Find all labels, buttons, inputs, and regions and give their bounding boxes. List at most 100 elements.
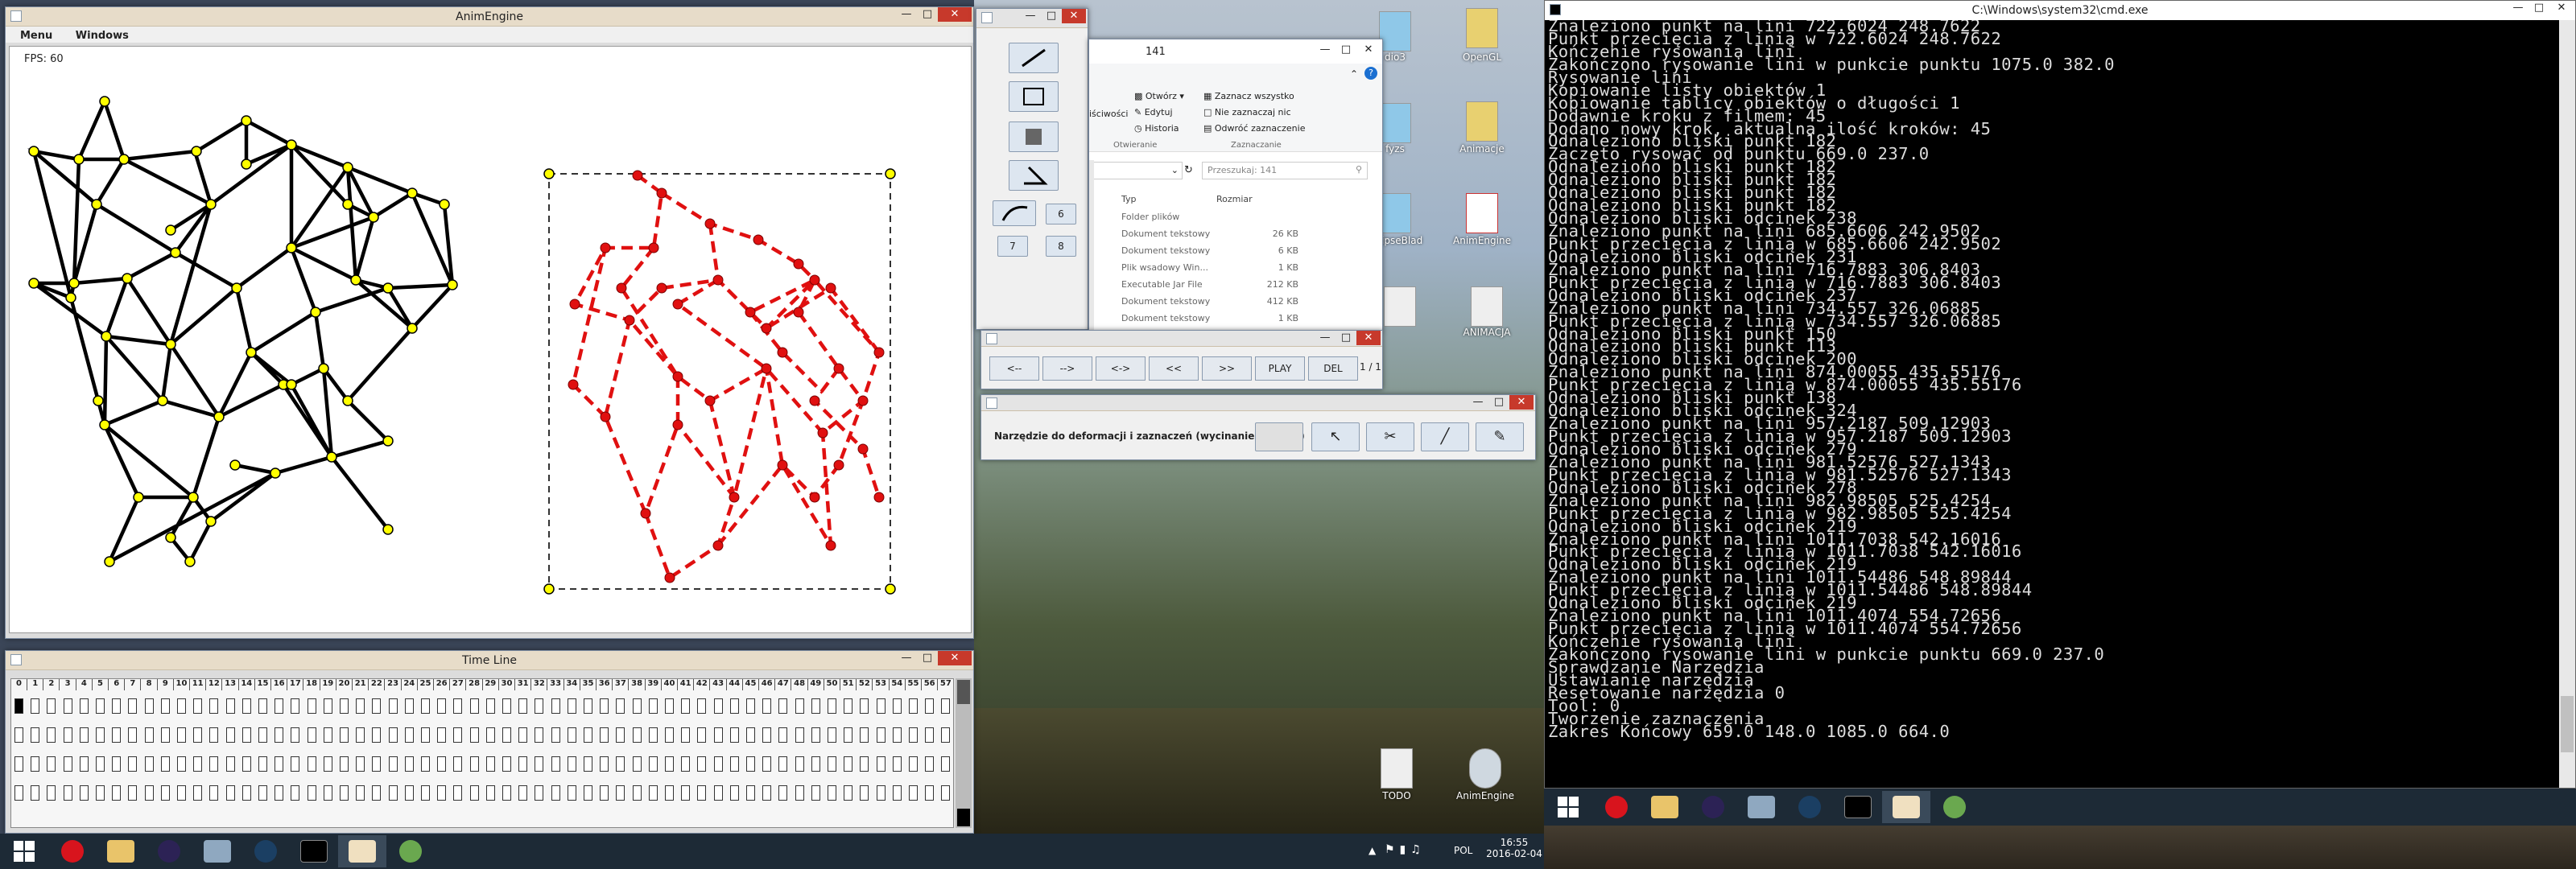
frame-cell[interactable] — [729, 727, 739, 743]
frame-cell[interactable] — [47, 698, 56, 714]
frame-cell[interactable] — [502, 756, 511, 772]
frame-cell[interactable] — [811, 727, 820, 743]
frame-cell[interactable] — [356, 756, 365, 772]
frame-cell[interactable] — [795, 698, 804, 714]
folder-icon[interactable] — [1641, 791, 1689, 823]
frame-cell[interactable] — [909, 756, 918, 772]
tray-icons[interactable]: ⚑▮♫ — [1385, 843, 1426, 856]
frame-cell[interactable] — [876, 698, 886, 714]
frame-cell[interactable] — [778, 756, 788, 772]
play-button[interactable]: PLAY — [1255, 356, 1305, 381]
frame-cell[interactable] — [844, 785, 853, 801]
frame-cell[interactable] — [844, 698, 853, 714]
frame-cell[interactable] — [388, 727, 398, 743]
column-header-type[interactable]: Typ — [1121, 194, 1137, 204]
prev-frame-button[interactable]: <-- — [989, 356, 1039, 381]
frame-cell[interactable] — [567, 698, 576, 714]
frame-cell[interactable] — [941, 785, 951, 801]
frame-cell[interactable] — [713, 698, 723, 714]
document-icon[interactable] — [1381, 286, 1418, 333]
frame-cell[interactable] — [96, 785, 105, 801]
frame-cell[interactable] — [502, 727, 511, 743]
frame-cell[interactable] — [584, 727, 592, 743]
frame-cell[interactable] — [437, 785, 447, 801]
frame-cell[interactable] — [551, 698, 560, 714]
frame-cell[interactable] — [323, 727, 332, 743]
frame-cell[interactable] — [225, 785, 235, 801]
frame-cell[interactable] — [648, 756, 658, 772]
frame-cell[interactable] — [648, 785, 658, 801]
timeline-grid[interactable]: 0 1 2 3 4 5 6 7 8 9 10 11 12 13 14 15 16 17 18 19 20 21 22 23 24… — [10, 678, 954, 828]
frame-cell[interactable] — [307, 785, 316, 801]
frame-cell[interactable] — [209, 698, 219, 714]
frame-cell[interactable] — [291, 785, 300, 801]
frame-cell[interactable] — [485, 785, 495, 801]
frame-cell[interactable] — [681, 727, 691, 743]
frame-cell[interactable] — [275, 727, 284, 743]
maximize-button[interactable]: □ — [1488, 395, 1509, 410]
frame-cell[interactable] — [112, 785, 122, 801]
frame-cell[interactable] — [860, 756, 869, 772]
minimize-button[interactable]: — — [1468, 395, 1488, 410]
frame-cell[interactable] — [112, 756, 122, 772]
frame-cell[interactable] — [892, 785, 902, 801]
frame-cell[interactable] — [665, 785, 674, 801]
frame-cell[interactable] — [112, 727, 122, 743]
frame-cell[interactable] — [372, 756, 382, 772]
frame-cell[interactable] — [616, 756, 625, 772]
curve-tool-button[interactable] — [993, 200, 1036, 226]
scissors-icon[interactable]: ✂ — [1366, 422, 1414, 451]
frame-cell[interactable] — [860, 727, 869, 743]
frame-cell[interactable] — [485, 727, 495, 743]
frame-cell[interactable] — [47, 785, 56, 801]
frame-cell[interactable] — [518, 727, 528, 743]
frame-cell[interactable] — [518, 785, 528, 801]
frame-cell[interactable] — [795, 756, 804, 772]
frame-cell[interactable] — [209, 727, 219, 743]
frame-cell[interactable] — [160, 698, 170, 714]
close-button[interactable]: ✕ — [1062, 9, 1086, 23]
frame-cell[interactable] — [421, 727, 430, 743]
blank-tool-button[interactable] — [1255, 422, 1303, 451]
frame-cell[interactable] — [746, 698, 755, 714]
frame-cell[interactable] — [242, 785, 251, 801]
cursor-tool-button[interactable]: ↖ — [1311, 422, 1360, 451]
frame-cell[interactable] — [632, 727, 642, 743]
properties-label[interactable]: iściwości — [1089, 109, 1128, 119]
tool-button-6[interactable]: 6 — [1046, 204, 1076, 224]
frame-cell[interactable] — [762, 756, 772, 772]
timeline-scrollbar[interactable] — [956, 678, 972, 828]
frame-cell[interactable] — [616, 698, 625, 714]
maximize-button[interactable]: □ — [2529, 1, 2549, 15]
clock[interactable]: 16:55 2016-02-04 — [1486, 837, 1542, 859]
frame-cell[interactable] — [616, 727, 625, 743]
frame-cell[interactable] — [177, 698, 186, 714]
frame-cell[interactable] — [892, 727, 902, 743]
frame-cell[interactable] — [600, 727, 609, 743]
tool-button-7[interactable]: 7 — [997, 236, 1028, 257]
opera-icon[interactable] — [1592, 791, 1641, 823]
help-icon[interactable]: ? — [1364, 67, 1377, 80]
frame-cell[interactable] — [63, 727, 72, 743]
frame-cell[interactable] — [160, 785, 170, 801]
frame-cell[interactable] — [14, 698, 23, 714]
close-button[interactable]: ✕ — [1509, 395, 1534, 410]
frame-cell[interactable] — [356, 698, 365, 714]
language-indicator[interactable]: POL — [1454, 845, 1472, 856]
minimize-button[interactable]: — — [896, 651, 917, 665]
close-button[interactable]: ✕ — [2549, 1, 2574, 15]
frame-cell[interactable] — [275, 698, 284, 714]
maximize-button[interactable]: □ — [917, 7, 938, 22]
frame-cell[interactable] — [453, 727, 463, 743]
frame-cell[interactable] — [535, 756, 544, 772]
desktop-icon-4[interactable] — [1463, 101, 1501, 148]
frame-cell[interactable] — [340, 698, 349, 714]
frame-cell[interactable] — [632, 698, 642, 714]
frame-cell[interactable] — [404, 698, 414, 714]
frame-cell[interactable] — [551, 756, 560, 772]
frame-cell[interactable] — [209, 785, 219, 801]
frame-cell[interactable] — [14, 756, 23, 772]
frame-cell[interactable] — [632, 756, 642, 772]
frame-cell[interactable] — [225, 698, 235, 714]
frame-cell[interactable] — [665, 698, 674, 714]
